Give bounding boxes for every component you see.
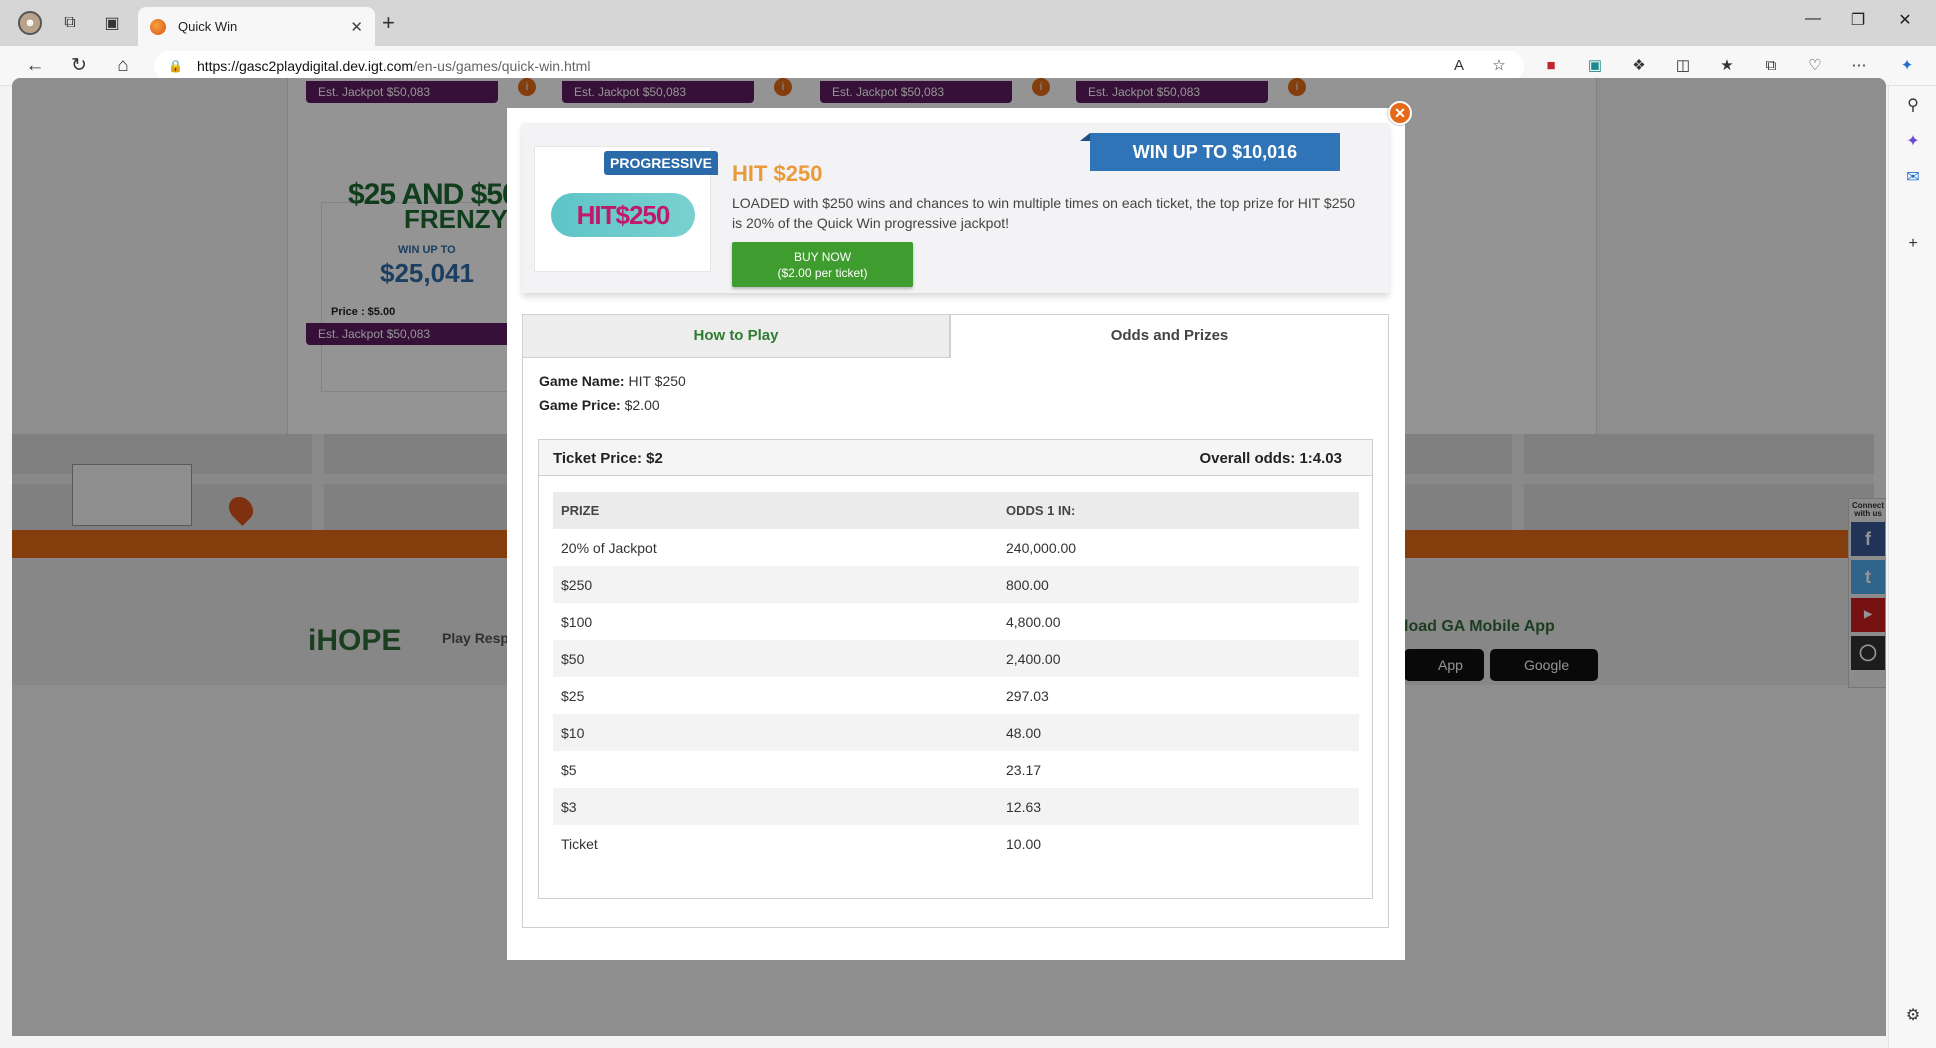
url-host: https://gasc2playdigital.dev.igt.com xyxy=(196,58,414,74)
split-screen-icon[interactable]: ◫ xyxy=(1672,56,1694,76)
home-icon[interactable]: ⌂ xyxy=(110,54,136,78)
extensions-puzzle-icon[interactable]: ❖ xyxy=(1628,56,1650,76)
extension-red-icon[interactable]: ■ xyxy=(1540,56,1562,76)
close-tab-icon[interactable]: ✕ xyxy=(350,18,363,36)
more-menu-icon[interactable]: ⋯ xyxy=(1848,56,1870,76)
odds-cell: 48.00 xyxy=(998,714,1359,751)
sidebar-settings-icon[interactable]: ⚙ xyxy=(1901,1004,1925,1028)
table-row: $50 2,400.00 xyxy=(553,640,1359,677)
table-row: $3 12.63 xyxy=(553,788,1359,825)
table-row: Ticket 10.00 xyxy=(553,825,1359,862)
browser-sidebar: ⚲ ✦ ✉ + ⚙ xyxy=(1888,86,1936,1048)
game-description: LOADED with $250 wins and chances to win… xyxy=(732,195,1356,231)
browser-tab-strip: ☻ ⧉ ▣ Quick Win ✕ + — ❐ ✕ xyxy=(0,0,1936,46)
prize-cell: Ticket xyxy=(561,835,598,852)
game-name-value: HIT $250 xyxy=(628,373,686,389)
sidebar-outlook-icon[interactable]: ✉ xyxy=(1901,166,1925,190)
prize-cell: 20% of Jackpot xyxy=(561,539,657,556)
buy-now-label: BUY NOW xyxy=(793,250,852,264)
progressive-badge: PROGRESSIVE xyxy=(604,151,718,175)
odds-cell: 240,000.00 xyxy=(1006,539,1077,556)
prize-cell: $25 xyxy=(561,687,585,704)
extension-teal-icon[interactable]: ▣ xyxy=(1584,56,1606,76)
close-modal-icon[interactable]: ✕ xyxy=(1388,101,1412,125)
odds-tab-content: Game Name: HIT $250 Game Price: $2.00 Ti… xyxy=(522,357,1389,928)
table-row: $250 800.00 xyxy=(553,566,1359,603)
sidebar-search-icon[interactable]: ⚲ xyxy=(1901,94,1925,118)
prize-cell: $5 xyxy=(561,761,577,778)
prize-cell: $250 xyxy=(553,566,998,603)
game-details-modal: HIT$250 PROGRESSIVE WIN UP TO $10,016 HI… xyxy=(507,108,1405,960)
browser-tab-quick-win[interactable]: Quick Win ✕ xyxy=(138,7,375,46)
odds-box: Ticket Price: $2 Overall odds: 1:4.03 PR… xyxy=(538,439,1373,899)
collections-icon[interactable]: ⧉ xyxy=(1760,56,1782,76)
hit-250-logo: HIT$250 xyxy=(551,193,695,237)
game-price-line: Game Price: $2.00 xyxy=(539,397,660,413)
game-price-label: Game Price: xyxy=(539,397,621,413)
odds-cell: 10.00 xyxy=(1006,835,1042,852)
odds-cell: 297.03 xyxy=(1006,687,1049,704)
refresh-icon[interactable]: ↻ xyxy=(66,54,92,78)
tab-odds-and-prizes[interactable]: Odds and Prizes xyxy=(950,314,1389,358)
table-row: $100 4,800.00 xyxy=(553,603,1359,640)
odds-cell: 4,800.00 xyxy=(1006,613,1061,630)
table-row: $10 48.00 xyxy=(553,714,1359,751)
back-icon[interactable]: ← xyxy=(22,54,48,78)
lock-icon[interactable]: 🔒 xyxy=(168,59,183,73)
banner-fold xyxy=(1080,133,1090,141)
prize-odds-table: PRIZE ODDS 1 IN: 20% of Jackpot 240,000.0… xyxy=(553,492,1359,862)
sidebar-copilot-icon[interactable]: ✦ xyxy=(1901,130,1925,154)
odds-cell: 800.00 xyxy=(998,566,1359,603)
prize-cell: $100 xyxy=(561,613,593,630)
modal-tabs: How to Play Odds and Prizes xyxy=(522,314,1389,358)
minimize-icon[interactable]: — xyxy=(1790,10,1836,28)
prize-cell: $3 xyxy=(553,788,998,825)
table-row: $5 23.17 xyxy=(553,751,1359,788)
favorites-list-icon[interactable]: ★ xyxy=(1716,56,1738,76)
game-name-label: Game Name: xyxy=(539,373,625,389)
browser-essentials-icon[interactable]: ♡ xyxy=(1804,56,1826,76)
game-name-line: Game Name: HIT $250 xyxy=(539,373,686,389)
read-aloud-icon[interactable]: A xyxy=(1448,56,1470,76)
odds-cell: 2,400.00 xyxy=(998,640,1359,677)
game-title: HIT $250 xyxy=(732,161,823,186)
new-tab-icon[interactable]: + xyxy=(382,10,395,36)
table-header-row: PRIZE ODDS 1 IN: xyxy=(553,492,1359,529)
odds-header: Ticket Price: $2 Overall odds: 1:4.03 xyxy=(539,440,1372,476)
prize-cell: $50 xyxy=(553,640,998,677)
odds-column-header: ODDS 1 IN: xyxy=(998,492,1359,529)
ticket-price: Ticket Price: $2 xyxy=(553,450,663,467)
win-up-to-banner: WIN UP TO $10,016 xyxy=(1090,133,1340,171)
table-row: $25 297.03 xyxy=(553,677,1359,714)
sidebar-add-icon[interactable]: + xyxy=(1901,232,1925,256)
favorite-star-icon[interactable]: ☆ xyxy=(1488,56,1510,76)
close-window-icon[interactable]: ✕ xyxy=(1882,10,1928,30)
game-header: HIT$250 PROGRESSIVE WIN UP TO $10,016 HI… xyxy=(522,123,1389,293)
workspaces-icon[interactable]: ⧉ xyxy=(58,11,82,35)
odds-cell: 12.63 xyxy=(998,788,1359,825)
tab-actions-icon[interactable]: ▣ xyxy=(100,11,124,35)
url-field[interactable]: 🔒 https://gasc2playdigital.dev.igt.com/e… xyxy=(154,51,1524,81)
buy-now-price: ($2.00 per ticket) xyxy=(777,266,868,280)
site-favicon-icon xyxy=(150,18,166,35)
url-path: /en-us/games/quick-win.html xyxy=(413,58,591,74)
tab-how-to-play[interactable]: How to Play xyxy=(522,314,950,358)
tab-title: Quick Win xyxy=(178,19,238,34)
prize-column-header: PRIZE xyxy=(553,492,998,529)
overall-odds: Overall odds: 1:4.03 xyxy=(1199,450,1342,467)
copilot-icon[interactable]: ✦ xyxy=(1896,56,1918,76)
odds-cell: 23.17 xyxy=(1006,761,1042,778)
table-row: 20% of Jackpot 240,000.00 xyxy=(553,529,1359,566)
prize-cell: $10 xyxy=(553,714,998,751)
profile-avatar[interactable]: ☻ xyxy=(18,11,42,35)
game-price-value: $2.00 xyxy=(624,397,660,413)
buy-now-button[interactable]: BUY NOW ($2.00 per ticket) xyxy=(732,242,913,287)
restore-icon[interactable]: ❐ xyxy=(1835,10,1881,30)
